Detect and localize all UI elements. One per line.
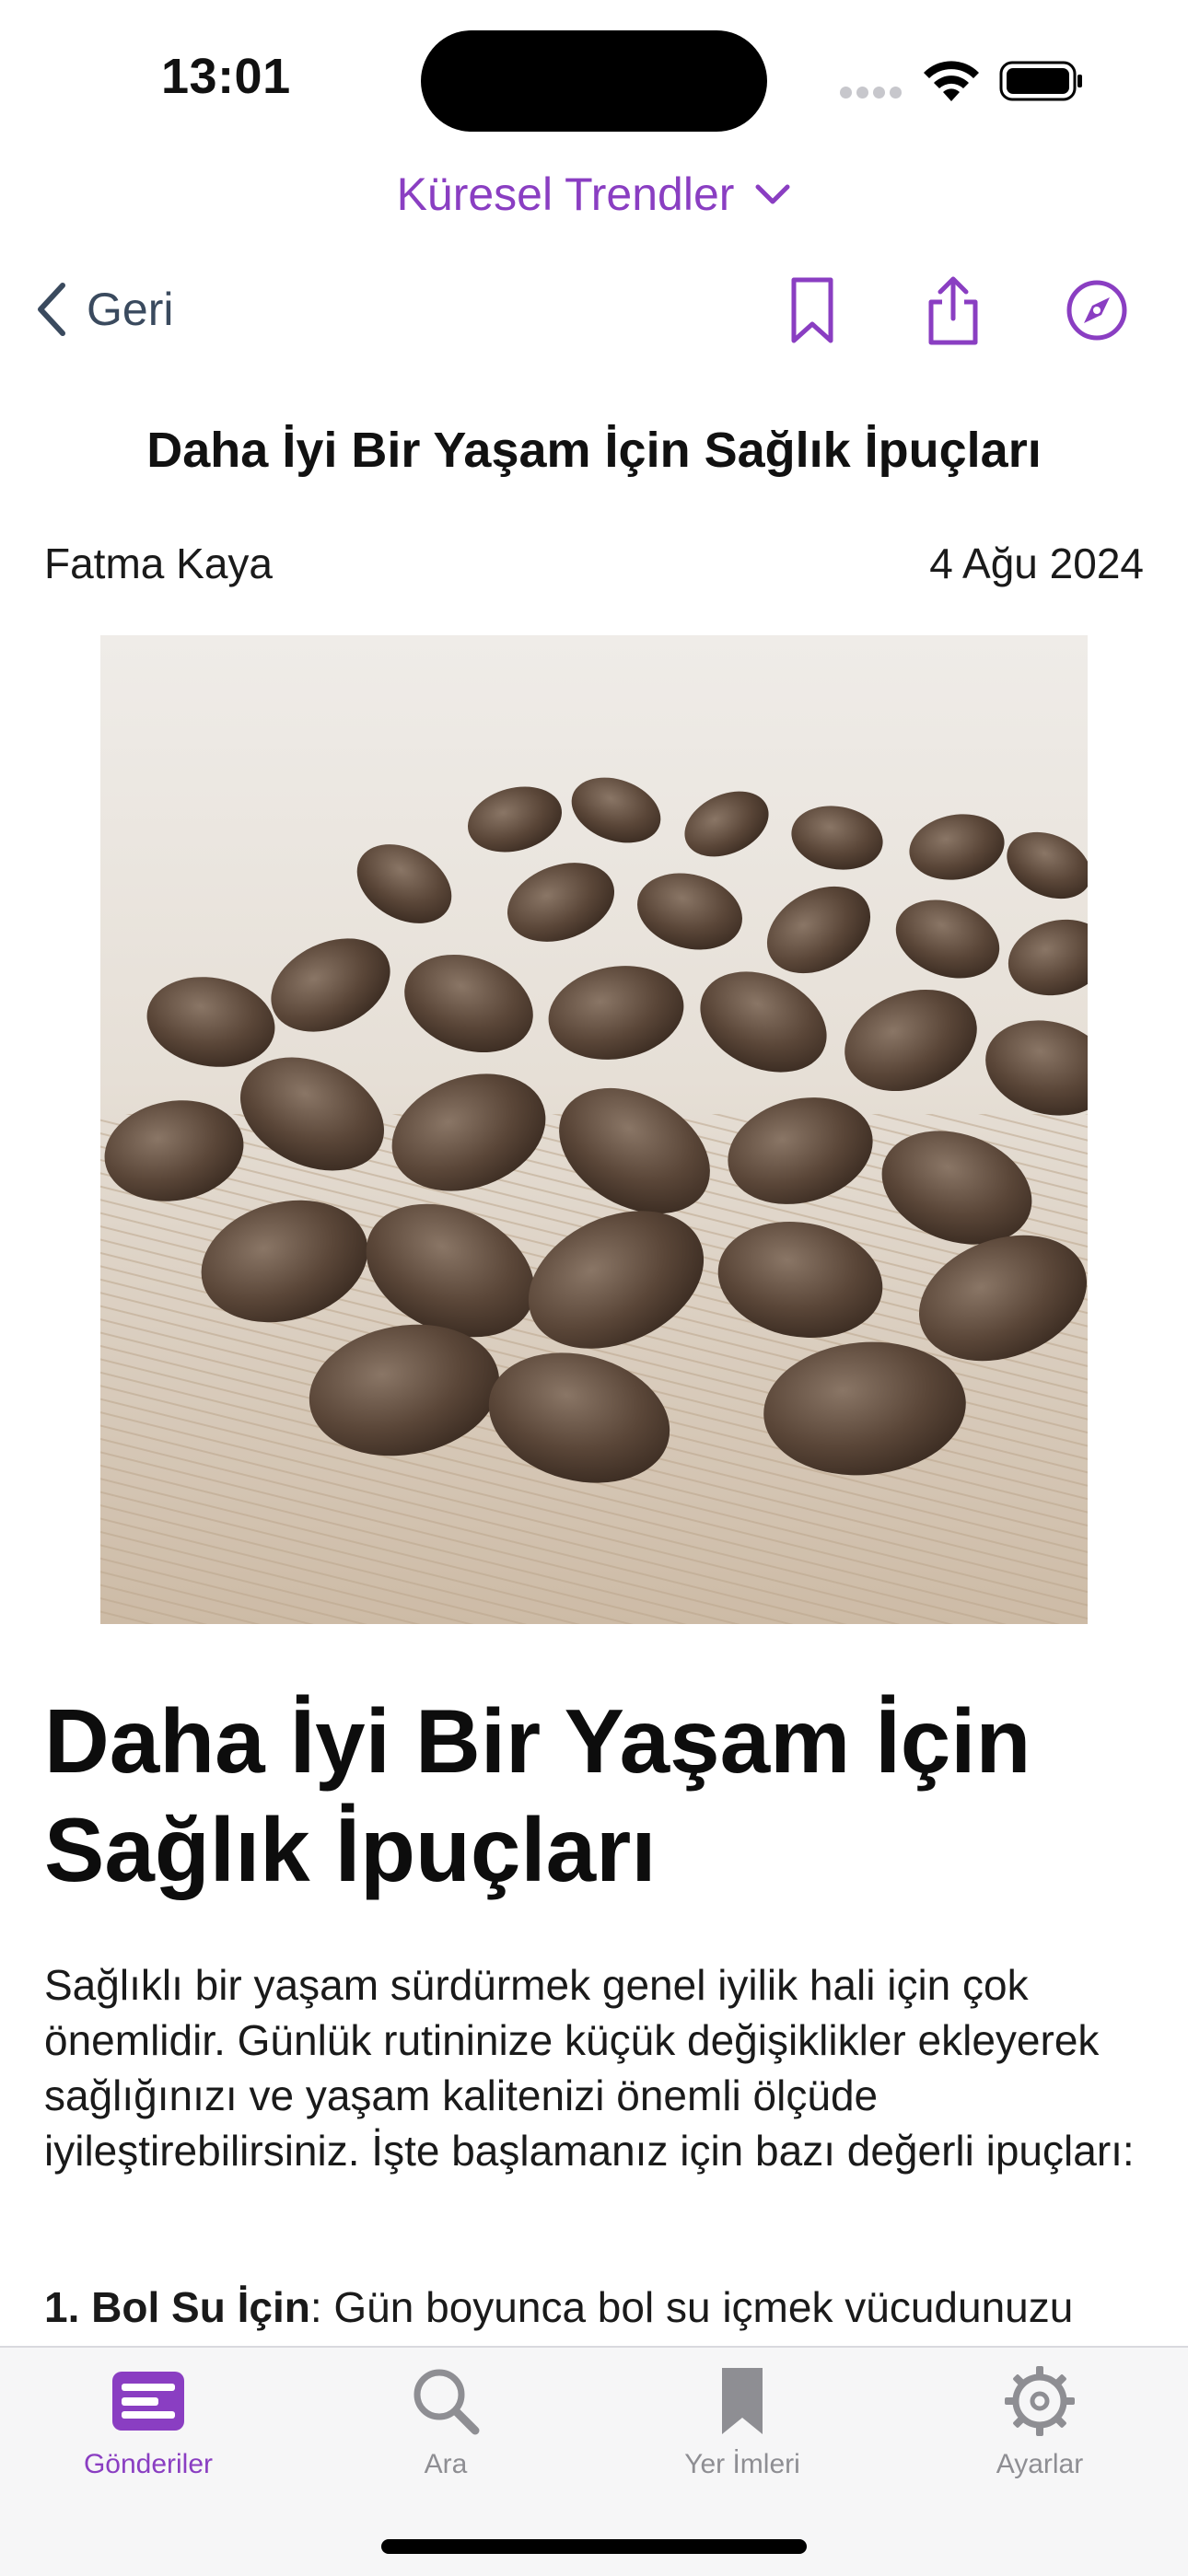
tab-bookmarks[interactable]: Yer İmleri <box>594 2362 891 2501</box>
tab-bookmarks-label: Yer İmleri <box>684 2449 800 2479</box>
back-label: Geri <box>87 284 174 335</box>
cellular-signal-icon <box>840 87 906 103</box>
post-date: 4 Ağu 2024 <box>929 540 1144 587</box>
tab-search-label: Ara <box>424 2449 468 2479</box>
back-button[interactable]: Geri <box>33 273 173 346</box>
feed-switcher-label: Küresel Trendler <box>396 168 735 220</box>
coffee-beans-photo <box>100 635 1088 1624</box>
wifi-icon <box>924 61 979 101</box>
article-tip-1-text: : Gün boyunca bol su içmek vücudunuzu <box>309 2283 1074 2331</box>
dynamic-island <box>421 30 767 132</box>
bookmark-button[interactable] <box>771 269 854 352</box>
post-author: Fatma Kaya <box>44 540 273 587</box>
feed-switcher[interactable]: Küresel Trendler <box>0 162 1188 226</box>
status-time: 13:01 <box>161 49 291 104</box>
article-hero-image <box>100 635 1088 1624</box>
article-heading: Daha İyi Bir Yaşam İçin Sağlık İpuçları <box>44 1687 1140 1904</box>
article-tip-1-title: 1. Bol Su İçin <box>44 2283 310 2331</box>
chevron-left-icon <box>38 283 65 336</box>
tab-posts[interactable]: Gönderiler <box>0 2362 297 2501</box>
post-title: Daha İyi Bir Yaşam İçin Sağlık İpuçları <box>146 423 1042 478</box>
share-icon <box>928 276 978 345</box>
bookmark-icon <box>791 277 833 343</box>
tab-posts-label: Gönderiler <box>83 2449 214 2479</box>
search-icon <box>413 2369 480 2435</box>
article-tip-1: 1. Bol Su İçin: Gün boyunca bol su içmek… <box>44 2280 1177 2335</box>
share-button[interactable] <box>912 269 995 352</box>
compass-icon <box>1066 280 1127 341</box>
article-heading-line-1: Daha İyi Bir Yaşam İçin <box>44 1690 1031 1792</box>
posts-icon <box>112 2372 184 2431</box>
home-indicator <box>381 2539 807 2554</box>
battery-icon <box>999 61 1082 101</box>
article-heading-line-2: Sağlık İpuçları <box>44 1799 657 1900</box>
tab-search[interactable]: Ara <box>297 2362 594 2501</box>
open-in-browser-button[interactable] <box>1055 269 1138 352</box>
tab-settings[interactable]: Ayarlar <box>891 2362 1188 2501</box>
chevron-down-icon <box>755 184 790 204</box>
tab-settings-label: Ayarlar <box>996 2449 1084 2479</box>
bookmark-icon <box>722 2368 763 2434</box>
gear-icon <box>1005 2366 1075 2436</box>
article-intro: Sağlıklı bir yaşam sürdürmek genel iyili… <box>44 1961 1135 2175</box>
